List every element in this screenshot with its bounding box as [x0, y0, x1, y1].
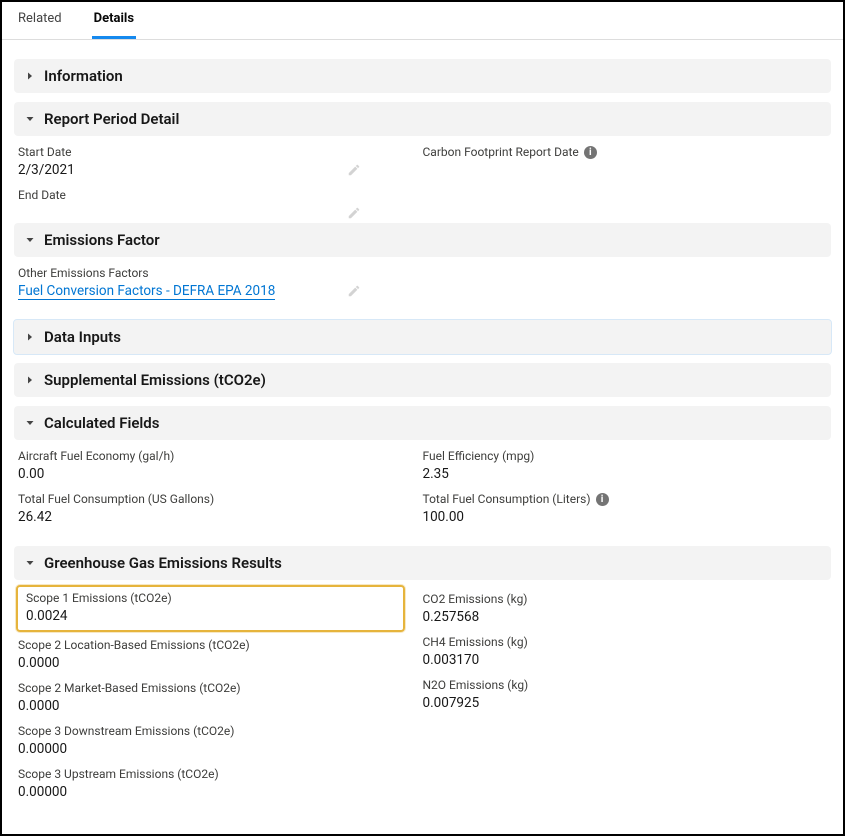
field-label: Fuel Efficiency (mpg)	[423, 449, 808, 463]
field-label: Aircraft Fuel Economy (gal/h)	[18, 449, 403, 463]
field-ch4: CH4 Emissions (kg) 0.003170	[423, 635, 808, 668]
section-header-report-period[interactable]: Report Period Detail	[14, 102, 831, 136]
field-label: N2O Emissions (kg)	[423, 678, 808, 692]
field-co2: CO2 Emissions (kg) 0.257568	[423, 592, 808, 625]
field-value: 2/3/2021	[18, 162, 403, 178]
field-carbon-footprint-report-date: Carbon Footprint Report Date i	[423, 145, 808, 159]
field-scope1: Scope 1 Emissions (tCO2e) 0.0024	[26, 591, 395, 624]
tab-related[interactable]: Related	[16, 2, 64, 39]
field-value: 0.003170	[423, 652, 808, 668]
field-value: 2.35	[423, 466, 808, 482]
section-header-information[interactable]: Information	[14, 59, 831, 93]
section-body-ghg: Scope 1 Emissions (tCO2e) 0.0024 Scope 2…	[14, 580, 831, 812]
chevron-right-icon	[24, 374, 36, 386]
tab-bar: Related Details	[2, 2, 843, 40]
chevron-right-icon	[24, 70, 36, 82]
field-aircraft-fuel-economy: Aircraft Fuel Economy (gal/h) 0.00	[18, 449, 403, 482]
section-title: Calculated Fields	[44, 414, 159, 432]
field-total-fuel-liters: Total Fuel Consumption (Liters) i 100.00	[423, 492, 808, 525]
field-end-date: End Date	[18, 188, 403, 202]
section-header-emissions-factor[interactable]: Emissions Factor	[14, 223, 831, 257]
field-label: Scope 2 Market-Based Emissions (tCO2e)	[18, 681, 403, 695]
field-label: Scope 1 Emissions (tCO2e)	[26, 591, 395, 605]
section-title: Emissions Factor	[44, 231, 160, 249]
field-value: 0.0000	[18, 698, 403, 714]
details-content: Information Report Period Detail Start D…	[2, 40, 843, 834]
chevron-right-icon	[24, 331, 36, 343]
field-label: Scope 3 Downstream Emissions (tCO2e)	[18, 724, 403, 738]
pencil-icon[interactable]	[347, 284, 361, 298]
section-header-ghg[interactable]: Greenhouse Gas Emissions Results	[14, 546, 831, 580]
field-total-fuel-us: Total Fuel Consumption (US Gallons) 26.4…	[18, 492, 403, 525]
pencil-icon[interactable]	[347, 206, 361, 220]
field-label: CH4 Emissions (kg)	[423, 635, 808, 649]
section-title: Greenhouse Gas Emissions Results	[44, 554, 282, 572]
field-label: Scope 2 Location-Based Emissions (tCO2e)	[18, 638, 403, 652]
field-other-emissions-factors: Other Emissions Factors Fuel Conversion …	[18, 266, 403, 299]
fuel-conversion-factors-link[interactable]: Fuel Conversion Factors - DEFRA EPA 2018	[18, 283, 275, 300]
field-label: Total Fuel Consumption (US Gallons)	[18, 492, 403, 506]
field-scope3-down: Scope 3 Downstream Emissions (tCO2e) 0.0…	[18, 724, 403, 757]
chevron-down-icon	[24, 234, 36, 246]
pencil-icon[interactable]	[347, 163, 361, 177]
section-header-supplemental[interactable]: Supplemental Emissions (tCO2e)	[14, 363, 831, 397]
field-label: Carbon Footprint Report Date i	[423, 145, 808, 159]
info-icon[interactable]: i	[596, 493, 609, 506]
section-title: Supplemental Emissions (tCO2e)	[44, 371, 266, 389]
field-value: 0.257568	[423, 609, 808, 625]
field-value: 0.00000	[18, 784, 403, 800]
field-label: End Date	[18, 188, 403, 202]
field-label: CO2 Emissions (kg)	[423, 592, 808, 606]
field-scope2-mkt: Scope 2 Market-Based Emissions (tCO2e) 0…	[18, 681, 403, 714]
section-header-data-inputs[interactable]: Data Inputs	[14, 320, 831, 354]
field-value: Fuel Conversion Factors - DEFRA EPA 2018	[18, 283, 403, 299]
section-title: Information	[44, 67, 123, 85]
field-value: 26.42	[18, 509, 403, 525]
field-scope3-up: Scope 3 Upstream Emissions (tCO2e) 0.000…	[18, 767, 403, 800]
field-label: Start Date	[18, 145, 403, 159]
section-body-calculated: Aircraft Fuel Economy (gal/h) 0.00 Total…	[14, 440, 831, 537]
highlight-scope1: Scope 1 Emissions (tCO2e) 0.0024	[16, 585, 405, 632]
chevron-down-icon	[24, 417, 36, 429]
field-fuel-efficiency: Fuel Efficiency (mpg) 2.35	[423, 449, 808, 482]
tab-details[interactable]: Details	[92, 2, 136, 39]
field-label-text: Carbon Footprint Report Date	[423, 145, 579, 159]
field-value: 100.00	[423, 509, 808, 525]
field-value: 0.0024	[26, 608, 395, 624]
field-value: 0.00	[18, 466, 403, 482]
field-value: 0.00000	[18, 741, 403, 757]
chevron-down-icon	[24, 557, 36, 569]
info-icon[interactable]: i	[584, 146, 597, 159]
field-value: 0.0000	[18, 655, 403, 671]
field-value: 0.007925	[423, 695, 808, 711]
field-start-date: Start Date 2/3/2021	[18, 145, 403, 178]
field-n2o: N2O Emissions (kg) 0.007925	[423, 678, 808, 711]
section-title: Report Period Detail	[44, 110, 179, 128]
field-label-text: Total Fuel Consumption (Liters)	[423, 492, 591, 506]
field-label: Other Emissions Factors	[18, 266, 403, 280]
section-body-emissions-factor: Other Emissions Factors Fuel Conversion …	[14, 257, 831, 311]
field-label: Scope 3 Upstream Emissions (tCO2e)	[18, 767, 403, 781]
section-body-report-period: Start Date 2/3/2021 End Date Carbon Foot…	[14, 136, 831, 214]
section-header-calculated[interactable]: Calculated Fields	[14, 406, 831, 440]
chevron-down-icon	[24, 113, 36, 125]
section-title: Data Inputs	[44, 328, 121, 346]
field-scope2-loc: Scope 2 Location-Based Emissions (tCO2e)…	[18, 638, 403, 671]
field-label: Total Fuel Consumption (Liters) i	[423, 492, 808, 506]
